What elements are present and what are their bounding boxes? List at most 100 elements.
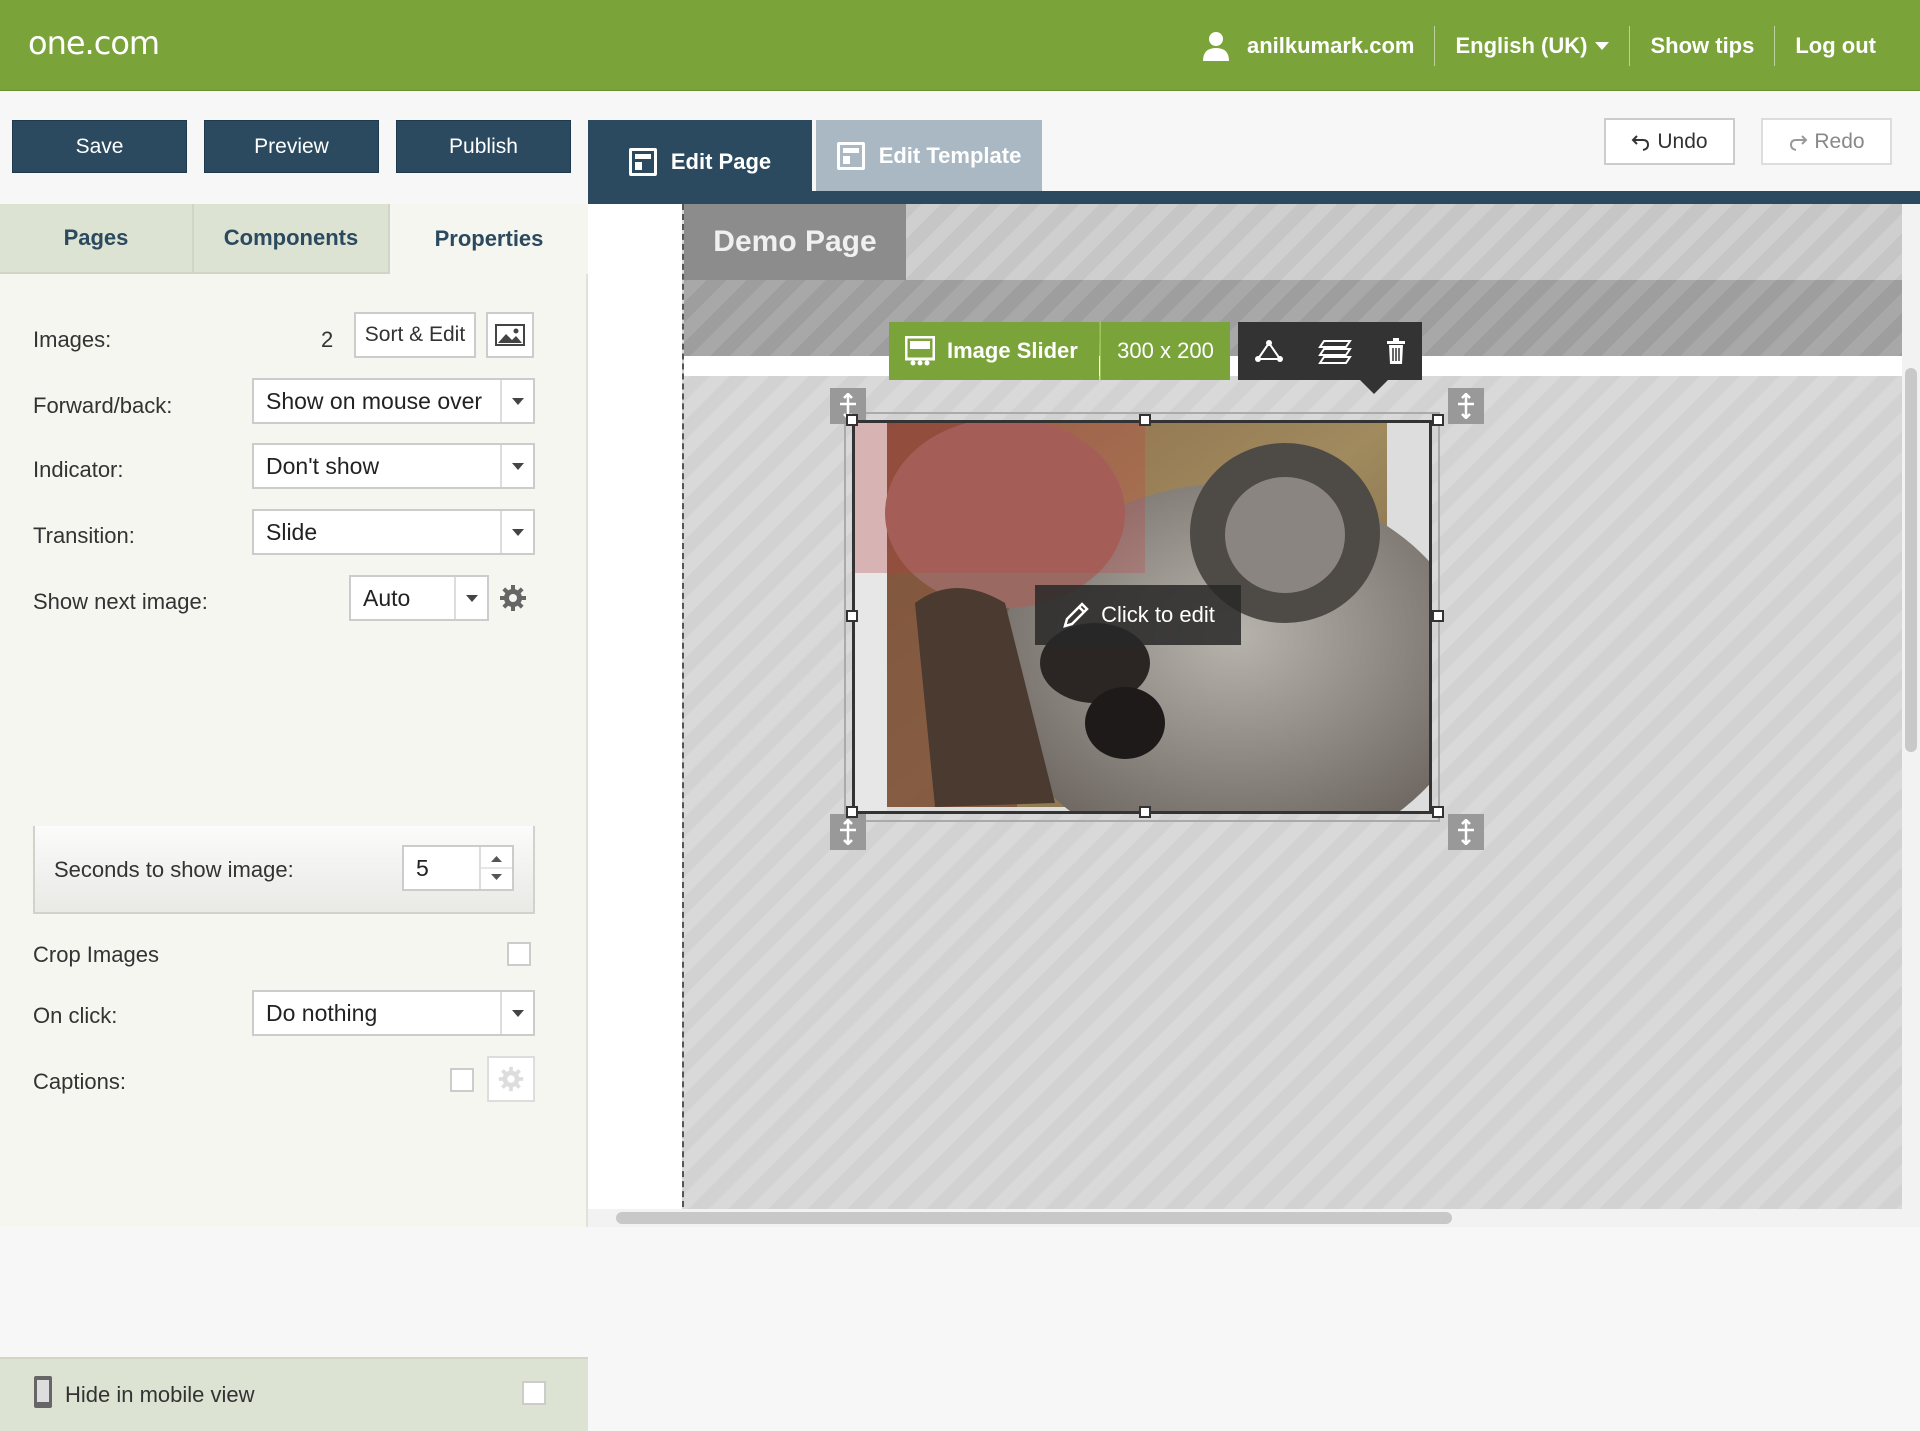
onclick-label: On click: (33, 1003, 118, 1028)
show-next-select[interactable]: Auto (349, 575, 489, 621)
properties-panel: Pages Components Properties Images: 2 So… (0, 204, 588, 1431)
sort-edit-button[interactable]: Sort & Edit (354, 312, 476, 358)
onclick-value: Do nothing (266, 999, 378, 1026)
move-handle-bottom-left[interactable] (830, 814, 866, 850)
toolbar-pointer (1360, 380, 1388, 394)
click-to-edit-overlay[interactable]: Click to edit (1035, 585, 1241, 645)
resize-handle-tr[interactable] (1432, 414, 1444, 426)
seconds-subpanel: Seconds to show image: 5 (33, 826, 535, 914)
redo-icon (1790, 134, 1808, 151)
forward-back-value: Show on mouse over (266, 387, 483, 414)
horizontal-scroll-thumb[interactable] (616, 1212, 1452, 1224)
forward-back-select[interactable]: Show on mouse over (252, 378, 535, 424)
tab-edit-template-label: Edit Template (878, 142, 1022, 168)
page-icon (628, 148, 657, 176)
transition-label: Transition: (33, 523, 135, 548)
chevron-down-icon (454, 577, 487, 619)
move-icon (1458, 819, 1474, 845)
align-icon[interactable] (1253, 338, 1285, 364)
brand-logo[interactable]: one.com (28, 24, 160, 62)
tab-components[interactable]: Components (194, 204, 390, 274)
publish-button[interactable]: Publish (396, 120, 571, 173)
tab-properties[interactable]: Properties (390, 204, 588, 274)
vertical-scrollbar[interactable] (1902, 204, 1920, 1227)
gear-icon (498, 1066, 524, 1092)
indicator-value: Don't show (266, 452, 380, 479)
redo-button[interactable]: Redo (1761, 118, 1892, 165)
click-to-edit-label: Click to edit (1101, 602, 1215, 627)
component-actions (1238, 322, 1422, 380)
transition-select[interactable]: Slide (252, 509, 535, 555)
user-account[interactable]: anilkumark.com (1179, 26, 1435, 66)
indicator-select[interactable]: Don't show (252, 443, 535, 489)
captions-checkbox[interactable] (450, 1068, 474, 1092)
transition-value: Slide (266, 518, 318, 545)
chevron-down-icon (500, 445, 533, 487)
hide-mobile-label: Hide in mobile view (65, 1382, 255, 1407)
tab-edit-template[interactable]: Edit Template (816, 120, 1042, 191)
user-icon (1202, 31, 1229, 61)
logout-link[interactable]: Log out (1774, 25, 1896, 66)
page-canvas: Demo Page Image Slider 300 x 200 Click t… (588, 204, 1920, 1227)
tab-pages[interactable]: Pages (0, 204, 194, 274)
page-title-tab[interactable]: Demo Page (684, 204, 906, 280)
language-label: English (UK) (1455, 32, 1588, 58)
crop-images-label: Crop Images (33, 942, 159, 967)
add-image-button[interactable] (486, 312, 534, 358)
preview-button[interactable]: Preview (204, 120, 379, 173)
resize-handle-br[interactable] (1432, 806, 1444, 818)
stepper-arrows-icon (481, 856, 512, 880)
move-handle-top-right[interactable] (1448, 388, 1484, 424)
language-selector[interactable]: English (UK) (1434, 25, 1629, 66)
top-bar: one.com anilkumark.com English (UK) Show… (0, 0, 1920, 91)
undo-icon (1631, 134, 1650, 151)
show-tips-link[interactable]: Show tips (1629, 25, 1774, 66)
move-handle-bottom-right[interactable] (1448, 814, 1484, 850)
images-label: Images: (33, 327, 112, 352)
seconds-stepper[interactable]: 5 (402, 845, 514, 891)
panel-tabs: Pages Components Properties (0, 204, 588, 274)
component-name: Image Slider (947, 338, 1078, 363)
move-icon (840, 819, 856, 845)
pencil-icon (1063, 602, 1089, 628)
layers-icon[interactable] (1316, 337, 1354, 365)
move-icon (1458, 393, 1474, 419)
stepper-arrows[interactable] (479, 847, 512, 889)
images-count: 2 (321, 327, 334, 352)
resize-handle-l[interactable] (846, 610, 858, 622)
resize-handle-tl[interactable] (846, 414, 858, 426)
save-button[interactable]: Save (12, 120, 187, 173)
slider-icon (905, 336, 935, 366)
undo-button[interactable]: Undo (1604, 118, 1735, 165)
resize-handle-t[interactable] (1139, 414, 1151, 426)
captions-label: Captions: (33, 1069, 126, 1094)
show-next-value: Auto (363, 584, 411, 611)
resize-handle-r[interactable] (1432, 610, 1444, 622)
top-nav: anilkumark.com English (UK) Show tips Lo… (1179, 0, 1896, 91)
seconds-label: Seconds to show image: (54, 857, 294, 882)
image-slider[interactable]: Click to edit (852, 420, 1432, 814)
crop-images-checkbox[interactable] (507, 942, 531, 966)
component-size-badge: 300 x 200 (1100, 322, 1230, 380)
vertical-scroll-thumb[interactable] (1905, 368, 1917, 752)
onclick-select[interactable]: Do nothing (252, 990, 535, 1036)
component-name-badge[interactable]: Image Slider (889, 322, 1099, 380)
resize-handle-b[interactable] (1139, 806, 1151, 818)
resize-handle-bl[interactable] (846, 806, 858, 818)
captions-settings-button[interactable] (487, 1056, 535, 1102)
edit-page-bar (588, 191, 1920, 204)
forward-back-label: Forward/back: (33, 393, 173, 418)
show-next-settings-button[interactable] (491, 575, 535, 621)
tab-edit-page-label: Edit Page (670, 149, 772, 174)
seconds-value: 5 (416, 854, 429, 881)
horizontal-scrollbar[interactable] (588, 1209, 1920, 1227)
redo-label: Redo (1814, 129, 1865, 153)
template-icon (836, 141, 865, 170)
chevron-down-icon (500, 992, 533, 1034)
image-icon (495, 324, 525, 346)
trash-icon[interactable] (1385, 337, 1407, 365)
hide-mobile-checkbox[interactable] (522, 1381, 546, 1405)
panel-footer: Hide in mobile view (0, 1357, 588, 1431)
gear-icon (500, 585, 526, 611)
page-area[interactable]: Demo Page Image Slider 300 x 200 Click t… (682, 204, 1904, 1227)
